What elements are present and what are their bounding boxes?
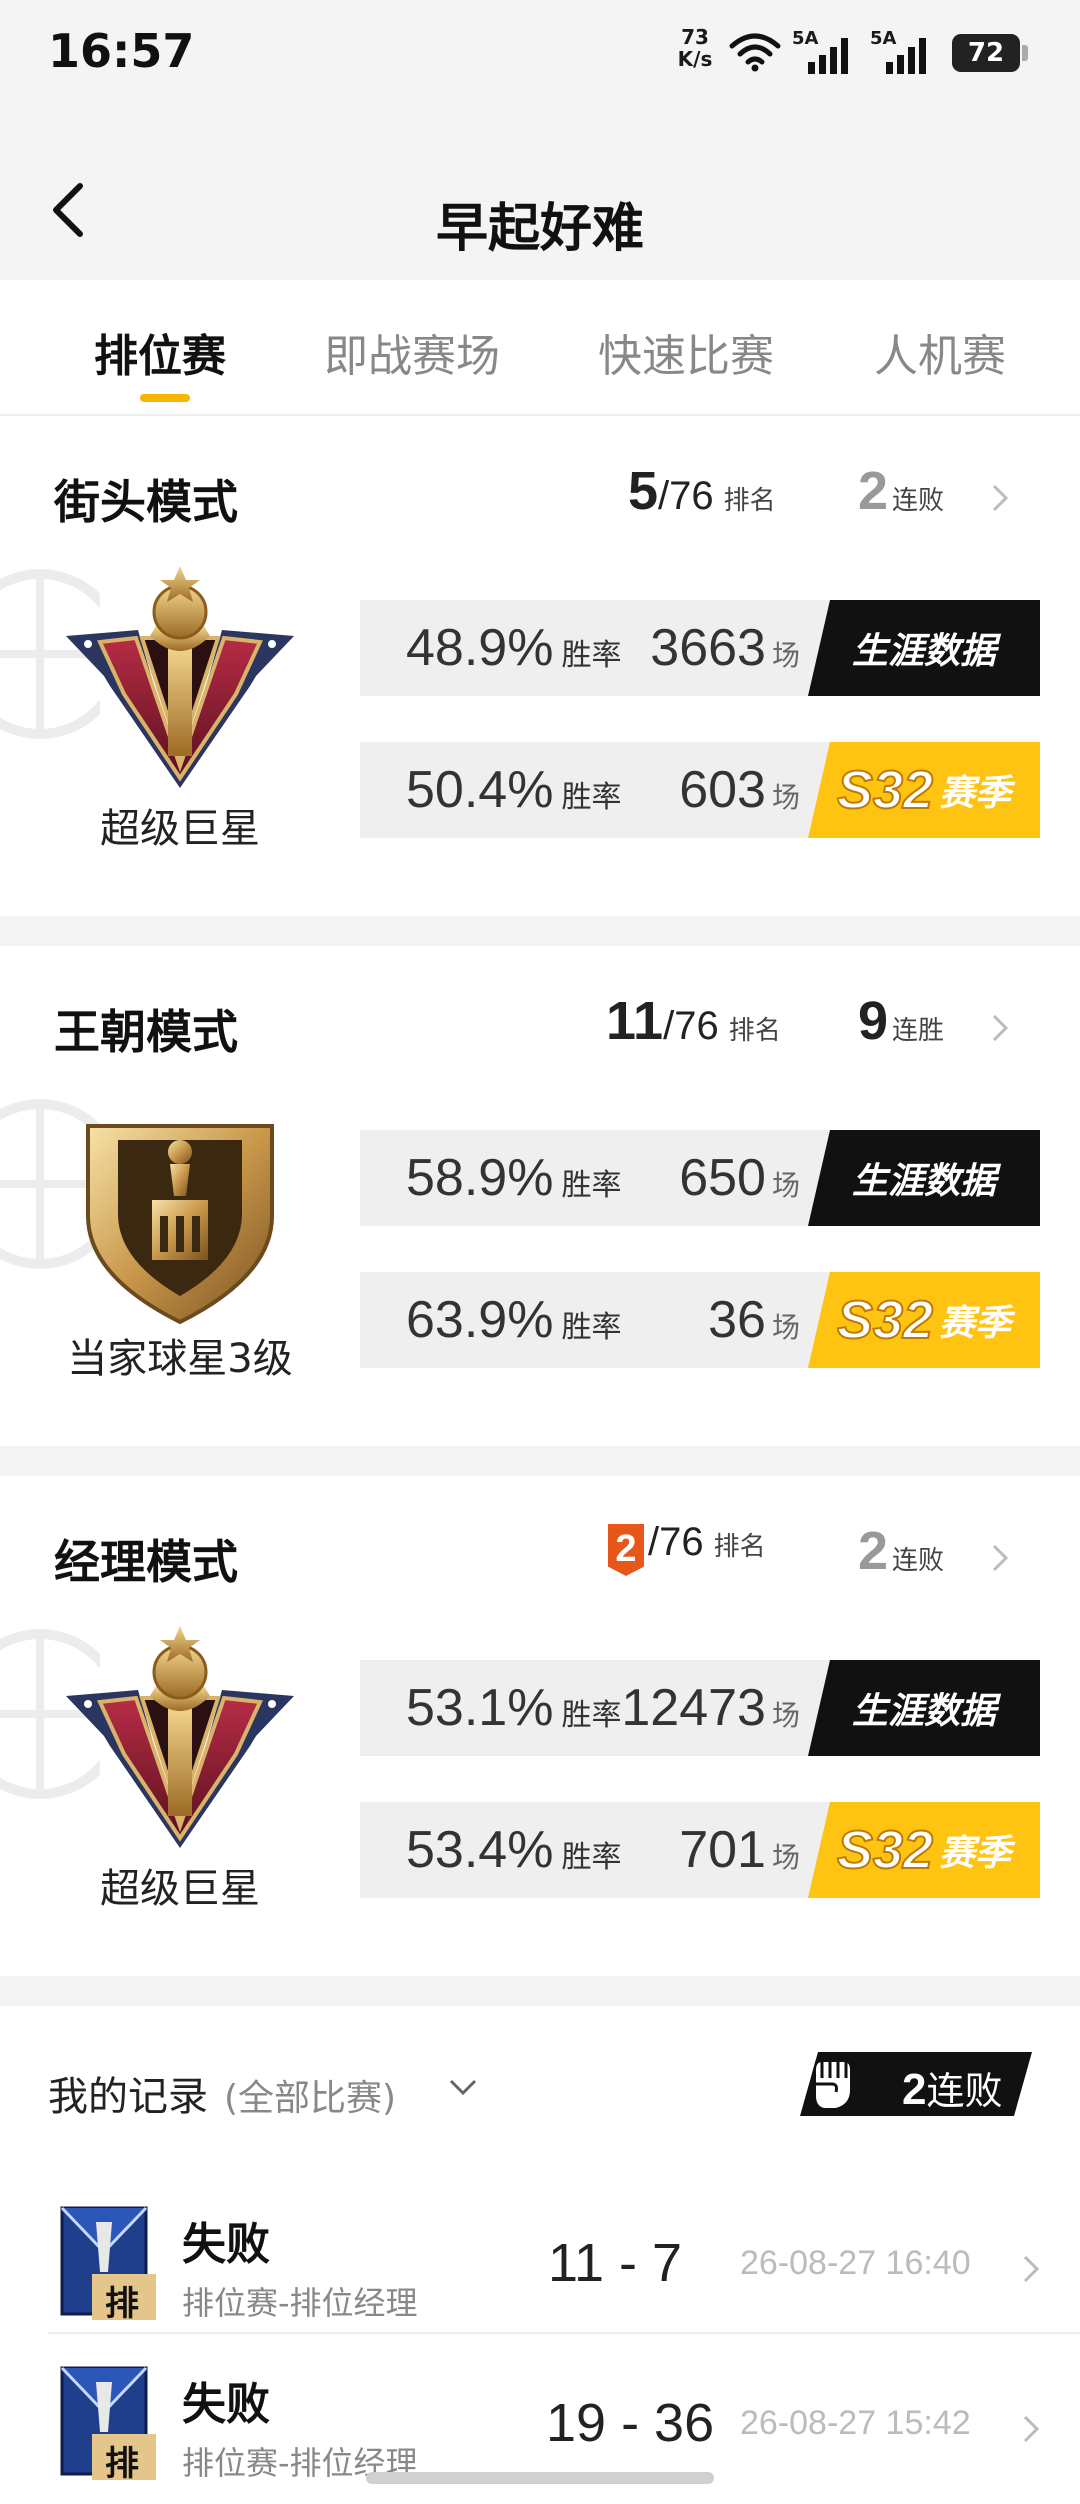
signal-bars-icon	[886, 38, 926, 74]
ranked-label: 排	[105, 2444, 139, 2484]
tab-quick-match[interactable]: 快速比赛	[598, 320, 774, 384]
mode-rank: 2/76 排名	[608, 1520, 766, 1580]
ranked-label: 排	[105, 2284, 139, 2324]
match-score: 19 - 36	[546, 2393, 715, 2453]
season-stats-row[interactable]: 63.9% 胜率 36 场 S32 赛季	[360, 1272, 1040, 1368]
tab-instant-arena[interactable]: 即战赛场	[324, 320, 500, 384]
mode-title: 王朝模式	[54, 1005, 238, 1059]
mode-tabs: 排位赛 即战赛场 快速比赛 人机赛	[0, 280, 1080, 416]
superstar-emblem-icon	[60, 1626, 300, 1856]
mode-card-street[interactable]: 街头模式 5/76 排名 2 连败 超级巨星 48.9% 胜率 3663 场 生…	[0, 416, 1080, 916]
fist-icon	[802, 2050, 862, 2118]
career-data-tag[interactable]: 生涯数据	[808, 1130, 1040, 1226]
tier-name: 当家球星3级	[67, 1336, 293, 1382]
tab-ranked[interactable]: 排位赛	[94, 320, 226, 384]
match-time: 26-08-27 16:40	[740, 2244, 971, 2282]
franchise-star-emblem-icon	[60, 1096, 300, 1326]
chevron-right-icon[interactable]	[990, 1542, 1010, 1574]
page-title: 早起好难	[435, 199, 644, 259]
home-indicator[interactable]	[366, 2472, 714, 2484]
active-tab-indicator	[140, 394, 190, 402]
mode-title: 街头模式	[54, 475, 238, 529]
superstar-emblem-icon	[60, 566, 300, 796]
signal-strength-1: 5A	[792, 28, 856, 74]
season-tag[interactable]: S32 赛季	[808, 1272, 1040, 1368]
career-data-tag[interactable]: 生涯数据	[808, 1660, 1040, 1756]
tab-vs-ai[interactable]: 人机赛	[874, 320, 1006, 384]
match-result: 失败	[182, 2219, 270, 2270]
career-stats-row[interactable]: 48.9% 胜率 3663 场 生涯数据	[360, 600, 1040, 696]
match-record-row[interactable]: 排 失败 排位赛-排位经理 11 - 7 26-08-27 16:40	[0, 2172, 1080, 2332]
chevron-right-icon[interactable]	[1022, 2414, 1040, 2444]
match-record-row[interactable]: 排 失败 排位赛-排位经理 19 - 36 26-08-27 15:42	[0, 2332, 1080, 2492]
career-stats-row[interactable]: 58.9% 胜率 650 场 生涯数据	[360, 1130, 1040, 1226]
season-tag[interactable]: S32 赛季	[808, 742, 1040, 838]
season-stats-row[interactable]: 53.4% 胜率 701 场 S32 赛季	[360, 1802, 1040, 1898]
wifi-icon	[729, 33, 781, 72]
mode-card-dynasty[interactable]: 王朝模式 11/76 排名 9 连胜 当家球星3级 58.9% 胜率 650 场…	[0, 946, 1080, 1446]
chevron-right-icon[interactable]	[990, 1012, 1010, 1044]
mode-streak: 2 连败	[858, 1521, 945, 1581]
season-stats-row[interactable]: 50.4% 胜率 603 场 S32 赛季	[360, 742, 1040, 838]
signal-bars-icon	[808, 38, 848, 74]
career-data-tag[interactable]: 生涯数据	[808, 600, 1040, 696]
clock: 16:57	[48, 24, 195, 78]
mode-streak: 2 连败	[858, 461, 945, 521]
mode-rank: 5/76 排名	[628, 461, 776, 521]
tier-name: 超级巨星	[100, 1866, 260, 1912]
match-mode: 排位赛-排位经理	[182, 2284, 418, 2322]
season-tag[interactable]: S32 赛季	[808, 1802, 1040, 1898]
mode-title: 经理模式	[54, 1535, 238, 1589]
mode-rank: 11/76 排名	[606, 991, 781, 1051]
records-title: 我的记录 (全部比赛)	[48, 2074, 397, 2120]
network-speed: 73 K/s	[677, 25, 713, 71]
status-bar: 16:57 73 K/s 5A 5A 72	[0, 0, 1080, 100]
signal-strength-2: 5A	[870, 28, 934, 74]
header: 早起好难	[0, 100, 1080, 280]
match-result: 失败	[182, 2379, 270, 2430]
match-time: 26-08-27 15:42	[740, 2404, 971, 2442]
battery-icon: 72	[952, 34, 1028, 72]
my-records-section: 我的记录 (全部比赛) 2连败 排 失败 排位赛-排位经理 11 - 7 26-0…	[0, 2006, 1080, 2504]
chevron-right-icon[interactable]	[990, 482, 1010, 514]
career-stats-row[interactable]: 53.1% 胜率 12473 场 生涯数据	[360, 1660, 1040, 1756]
chevron-down-icon[interactable]	[448, 2078, 478, 2098]
divider	[48, 2332, 1080, 2334]
rank-badge: 2	[608, 1524, 644, 1576]
mode-streak: 9 连胜	[858, 991, 945, 1051]
tier-name: 超级巨星	[100, 806, 260, 852]
streak-badge: 2连败	[800, 2052, 1032, 2116]
match-score: 11 - 7	[548, 2233, 683, 2293]
mode-card-manager[interactable]: 经理模式 2/76 排名 2 连败 超级巨星 53.1% 胜率 12473 场 …	[0, 1476, 1080, 1976]
chevron-right-icon[interactable]	[1022, 2254, 1040, 2284]
records-filter[interactable]: (全部比赛)	[224, 2078, 396, 2119]
